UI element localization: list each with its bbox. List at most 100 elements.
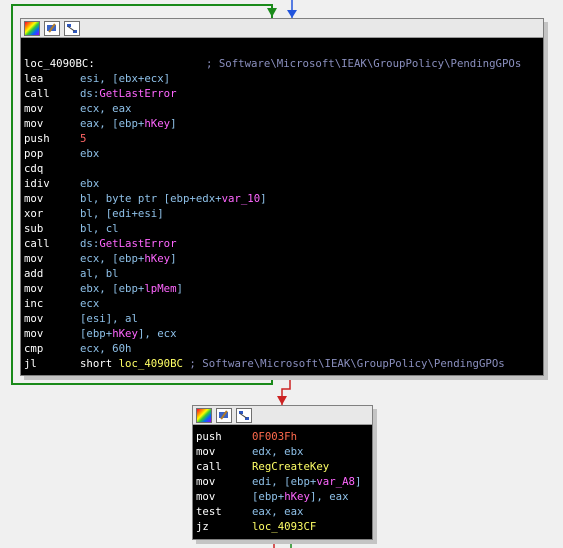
operand[interactable]: loc_4090BC <box>119 357 183 370</box>
instruction-line[interactable]: mov [esi], al <box>24 311 540 326</box>
mnemonic: mov <box>24 102 44 115</box>
operand[interactable]: RegCreateKey <box>252 460 329 473</box>
instruction-line[interactable]: jz loc_4093CF <box>196 519 369 534</box>
mnemonic: idiv <box>24 177 50 190</box>
operand: 0F003Fh <box>252 430 298 443</box>
operand[interactable]: hKey <box>284 490 310 503</box>
exit-block-code: push 0F003Fh mov edx, ebx call RegCreateKey mo… <box>193 425 372 534</box>
comment: ; Software\Microsoft\IEAK\GroupPolicy\Pe… <box>182 357 505 370</box>
operand: ], ecx <box>137 327 177 340</box>
instruction-line[interactable]: push 0F003Fh <box>196 429 369 444</box>
operand[interactable]: var_A8 <box>316 475 355 488</box>
mnemonic: mov <box>24 252 44 265</box>
block-toolbar <box>193 406 372 425</box>
exit-basic-block[interactable]: push 0F003Fh mov edx, ebx call RegCreateKey mo… <box>192 405 373 540</box>
instruction-line[interactable]: call RegCreateKey <box>196 459 369 474</box>
mnemonic: mov <box>24 312 44 325</box>
rename-icon[interactable] <box>44 20 60 36</box>
instruction-line[interactable]: mov ebx, [ebp+lpMem] <box>24 281 540 296</box>
operand: ebx <box>80 177 100 190</box>
operand: al, bl <box>80 267 119 280</box>
mnemonic: push <box>24 132 50 145</box>
instruction-line[interactable]: idiv ebx <box>24 176 540 191</box>
instruction-line[interactable]: mov eax, [ebp+hKey] <box>24 116 540 131</box>
instruction-line[interactable]: sub bl, cl <box>24 221 540 236</box>
mnemonic: add <box>24 267 44 280</box>
operand[interactable]: GetLastError <box>99 237 176 250</box>
operand: short <box>80 357 119 370</box>
instruction-line[interactable]: mov bl, byte ptr [ebp+edx+var_10] <box>24 191 540 206</box>
graph-icon[interactable] <box>236 407 252 423</box>
operand: ] <box>170 117 177 130</box>
instruction-line[interactable]: call ds:GetLastError <box>24 236 540 251</box>
mnemonic: inc <box>24 297 44 310</box>
operand: ] <box>354 475 362 488</box>
mnemonic: mov <box>24 192 44 205</box>
loop-label[interactable]: loc_4090BC: <box>24 56 206 71</box>
loop-basic-block[interactable]: loc_4090BC:; Software\Microsoft\IEAK\Gro… <box>20 18 544 376</box>
graph-icon[interactable] <box>64 20 80 36</box>
mnemonic: push <box>196 430 222 443</box>
operand[interactable]: lpMem <box>144 282 176 295</box>
incoming-arrowhead <box>287 10 297 18</box>
operand: eax, eax <box>252 505 304 518</box>
operand: ] <box>260 192 267 205</box>
operand: bl, byte ptr [ebp+edx+ <box>80 192 222 205</box>
instruction-line[interactable]: inc ecx <box>24 296 540 311</box>
mnemonic: xor <box>24 207 44 220</box>
operand: ] <box>170 252 177 265</box>
operand: [ebp+ <box>252 490 285 503</box>
mnemonic: mov <box>24 117 44 130</box>
operand[interactable]: loc_4093CF <box>252 520 316 533</box>
operand: bl, [edi+esi] <box>80 207 164 220</box>
loop-block-code: loc_4090BC:; Software\Microsoft\IEAK\Gro… <box>21 38 543 371</box>
mnemonic: mov <box>196 490 216 503</box>
operand: [ebp+ <box>80 327 113 340</box>
instruction-line[interactable]: lea esi, [ebx+ecx] <box>24 71 540 86</box>
instruction-line[interactable]: call ds:GetLastError <box>24 86 540 101</box>
operand: ds: <box>80 237 100 250</box>
mnemonic: jl <box>24 357 37 370</box>
instruction-line[interactable]: add al, bl <box>24 266 540 281</box>
instruction-line[interactable]: xor bl, [edi+esi] <box>24 206 540 221</box>
instruction-line[interactable]: cmp ecx, 60h <box>24 341 540 356</box>
instruction-line[interactable]: mov edi, [ebp+var_A8] <box>196 474 369 489</box>
operand[interactable]: hKey <box>144 252 170 265</box>
instruction-line[interactable]: mov ecx, [ebp+hKey] <box>24 251 540 266</box>
operand: eax, [ebp+ <box>80 117 145 130</box>
instruction-line[interactable]: mov [ebp+hKey], eax <box>196 489 369 504</box>
instruction-line[interactable]: jl short loc_4090BC ; Software\Microsoft\… <box>24 356 540 371</box>
instruction-line[interactable]: pop ebx <box>24 146 540 161</box>
operand[interactable]: hKey <box>144 117 170 130</box>
loop-label-line[interactable]: loc_4090BC:; Software\Microsoft\IEAK\Gro… <box>24 56 540 71</box>
operand: 5 <box>80 132 87 145</box>
operand: ], eax <box>309 490 349 503</box>
operand: ecx <box>80 297 100 310</box>
operand[interactable]: hKey <box>112 327 138 340</box>
instruction-line[interactable]: test eax, eax <box>196 504 369 519</box>
instruction-line[interactable]: mov [ebp+hKey], ecx <box>24 326 540 341</box>
operand: edx, ebx <box>252 445 304 458</box>
instruction-line[interactable]: push 5 <box>24 131 540 146</box>
graph-canvas[interactable]: loc_4090BC:; Software\Microsoft\IEAK\Gro… <box>0 0 563 548</box>
operand[interactable]: GetLastError <box>99 87 176 100</box>
operand: [esi], al <box>80 312 138 325</box>
mnemonic: call <box>24 237 50 250</box>
operand[interactable]: var_10 <box>222 192 261 205</box>
operand: bl, cl <box>80 222 119 235</box>
mnemonic: sub <box>24 222 44 235</box>
instruction-line[interactable]: cdq <box>24 161 540 176</box>
mnemonic: cmp <box>24 342 44 355</box>
operand: ecx, [ebp+ <box>80 252 145 265</box>
operand: edi, [ebp+ <box>252 475 317 488</box>
loop-label-comment: ; Software\Microsoft\IEAK\GroupPolicy\Pe… <box>206 57 522 70</box>
operand: ebx <box>80 147 100 160</box>
color-palette-icon[interactable] <box>196 407 212 423</box>
instruction-line[interactable]: mov ecx, eax <box>24 101 540 116</box>
operand: esi, [ebx+ecx] <box>80 72 171 85</box>
color-palette-icon[interactable] <box>24 20 40 36</box>
instruction-line[interactable]: mov edx, ebx <box>196 444 369 459</box>
loop-back-arrowhead <box>267 8 277 17</box>
rename-icon[interactable] <box>216 407 232 423</box>
mnemonic: mov <box>24 327 44 340</box>
